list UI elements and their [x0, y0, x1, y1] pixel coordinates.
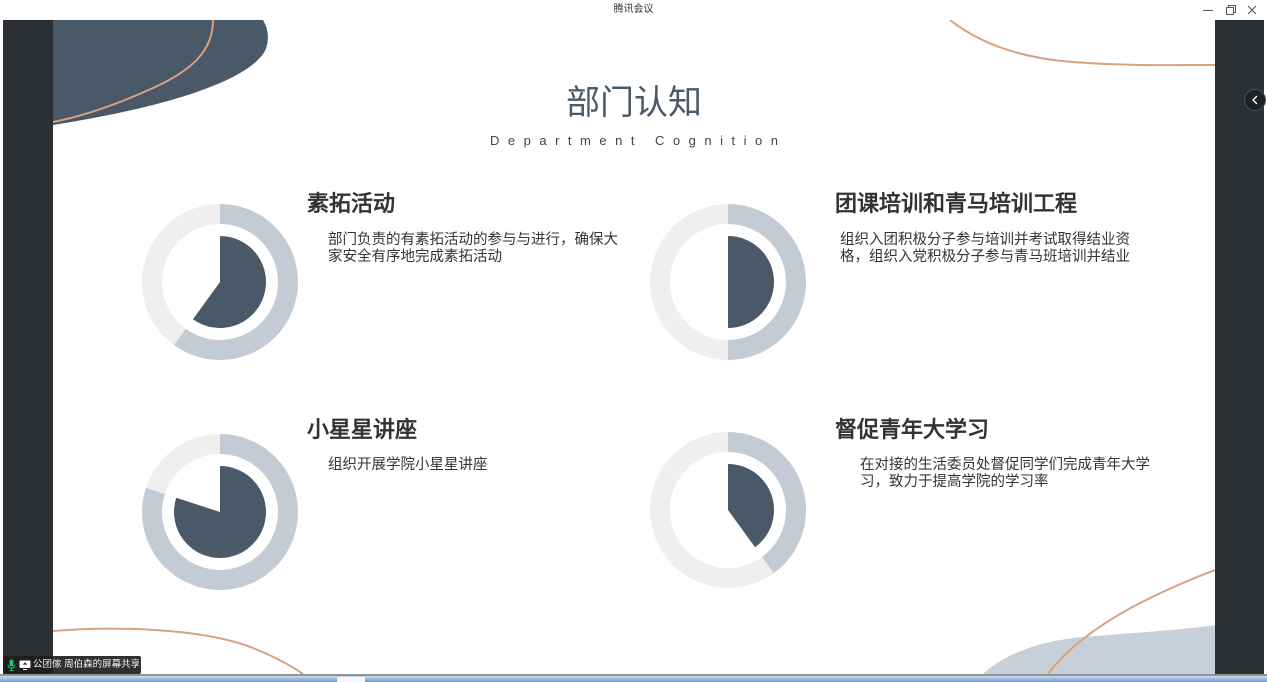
taskbar-item[interactable]	[337, 677, 365, 682]
title-bar: 腾讯会议	[0, 0, 1267, 20]
donut-chart-3	[142, 434, 298, 590]
pie-slice	[174, 466, 267, 558]
screen-share-status-bar: 公团傢 周伯森的屏幕共享	[3, 656, 141, 674]
section-heading: 小星星讲座	[307, 417, 418, 442]
section-heading: 素拓活动	[307, 191, 396, 216]
pie-slice	[728, 464, 774, 548]
presentation-slide: 部门认知 Department Cognition 素拓活动 部门负责的有素拓活…	[53, 20, 1215, 674]
screen-share-label: 公团傢 周伯森的屏幕共享	[33, 659, 139, 670]
section-heading: 团课培训和青马培训工程	[835, 191, 1078, 216]
taskbar	[0, 676, 1267, 682]
donut-chart-1	[142, 204, 298, 360]
restore-icon	[1226, 5, 1236, 15]
chevron-left-icon	[1244, 89, 1266, 111]
close-icon	[1247, 5, 1257, 15]
restore-button[interactable]	[1222, 3, 1238, 17]
window-title: 腾讯会议	[613, 4, 654, 15]
screen-share-view: 部门认知 Department Cognition 素拓活动 部门负责的有素拓活…	[3, 20, 1264, 674]
decor-shape-bottom-right	[983, 625, 1215, 674]
pie-slice	[728, 236, 774, 328]
microphone-icon	[7, 659, 16, 671]
donut-chart-4	[650, 432, 806, 588]
slide-subtitle: Department Cognition	[490, 133, 787, 148]
minimize-button[interactable]	[1200, 3, 1216, 17]
collapse-panel-button[interactable]	[1244, 89, 1266, 111]
close-button[interactable]	[1244, 3, 1260, 17]
pie-slice	[192, 236, 267, 328]
decor-curve-top-right	[949, 20, 1215, 67]
section-description: 组织开展学院小星星讲座	[328, 457, 488, 473]
screen-share-icon	[19, 660, 31, 670]
donut-chart-2	[650, 204, 806, 360]
section-description: 在对接的生活委员处督促同学们完成青年大学习，致力于提高学院的学习率	[860, 457, 1150, 490]
minimize-icon	[1203, 10, 1213, 11]
section-description: 部门负责的有素拓活动的参与与进行，确保大家安全有序地完成素拓活动	[328, 232, 618, 265]
section-description: 组织入团积极分子参与培训并考试取得结业资格，组织入党积极分子参与青马班培训并结业	[840, 232, 1130, 265]
meeting-window: 腾讯会议 部门认知 Department Cognition 素拓活动 部门负责…	[0, 0, 1267, 682]
section-heading: 督促青年大学习	[835, 417, 990, 442]
slide-title: 部门认知	[566, 84, 702, 122]
